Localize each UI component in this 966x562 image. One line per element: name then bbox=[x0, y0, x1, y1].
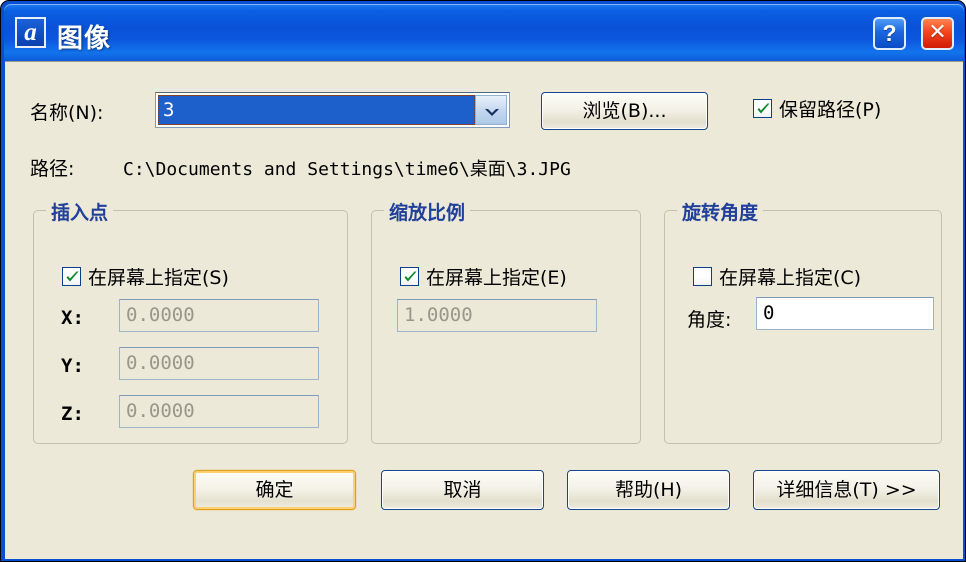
checkbox-box[interactable] bbox=[753, 99, 772, 118]
rotation-group: 旋转角度 在屏幕上指定(C) 角度: 0 bbox=[664, 198, 942, 444]
checkmark-icon bbox=[66, 271, 79, 282]
checkmark-icon bbox=[757, 103, 770, 114]
checkmark-icon bbox=[404, 271, 417, 282]
insertion-point-group: 插入点 在屏幕上指定(S) X: 0.0000 Y: 0.0000 Z: 0.0… bbox=[33, 198, 348, 444]
name-dropdown-button[interactable] bbox=[475, 95, 507, 125]
dialog-client-area: 名称(N): 3 浏览(B)... 保留路径(P) 路径: C:\Documen… bbox=[5, 61, 963, 559]
scale-input[interactable]: 1.0000 bbox=[397, 299, 597, 332]
name-combobox[interactable]: 3 bbox=[155, 92, 510, 128]
path-value: C:\Documents and Settings\time6\桌面\3.JPG bbox=[123, 159, 571, 180]
question-mark-icon: ? bbox=[882, 20, 897, 46]
angle-label: 角度: bbox=[687, 309, 732, 331]
ok-button[interactable]: 确定 bbox=[193, 470, 356, 510]
window-title: 图像 bbox=[57, 24, 112, 54]
name-input-value: 3 bbox=[163, 99, 175, 121]
checkbox-box[interactable] bbox=[400, 267, 419, 286]
insert-specify-onscreen-checkbox[interactable]: 在屏幕上指定(S) bbox=[62, 263, 229, 290]
autocad-a-icon: a bbox=[15, 17, 46, 48]
checkbox-box[interactable] bbox=[693, 267, 712, 286]
name-label: 名称(N): bbox=[30, 102, 104, 124]
insertion-point-group-title: 插入点 bbox=[46, 198, 114, 225]
insert-specify-onscreen-label: 在屏幕上指定(S) bbox=[88, 267, 229, 289]
y-axis-label: Y: bbox=[61, 355, 84, 377]
help-titlebar-button[interactable]: ? bbox=[873, 17, 906, 50]
image-dialog-window: a 图像 ? ✕ 名称(N): 3 浏览(B)... 保留路径(P) 路径: C… bbox=[0, 0, 966, 562]
titlebar: a 图像 ? ✕ bbox=[4, 4, 964, 61]
chevron-down-icon bbox=[485, 109, 499, 116]
path-label: 路径: bbox=[30, 158, 75, 180]
rotation-group-title: 旋转角度 bbox=[677, 198, 764, 225]
rotation-specify-onscreen-checkbox[interactable]: 在屏幕上指定(C) bbox=[693, 263, 861, 290]
x-axis-label: X: bbox=[61, 307, 84, 329]
x-input[interactable]: 0.0000 bbox=[119, 299, 319, 332]
help-button[interactable]: 帮助(H) bbox=[567, 470, 730, 510]
z-axis-label: Z: bbox=[61, 403, 84, 425]
z-input[interactable]: 0.0000 bbox=[119, 395, 319, 428]
keep-path-checkbox[interactable]: 保留路径(P) bbox=[753, 95, 881, 122]
cancel-button[interactable]: 取消 bbox=[381, 470, 544, 510]
y-input[interactable]: 0.0000 bbox=[119, 347, 319, 380]
checkbox-box[interactable] bbox=[62, 267, 81, 286]
details-button[interactable]: 详细信息(T) >> bbox=[753, 470, 940, 510]
close-titlebar-button[interactable]: ✕ bbox=[921, 17, 954, 50]
keep-path-label: 保留路径(P) bbox=[779, 99, 882, 121]
scale-group: 缩放比例 在屏幕上指定(E) 1.0000 bbox=[371, 198, 641, 444]
name-input[interactable]: 3 bbox=[158, 95, 475, 125]
angle-input[interactable]: 0 bbox=[756, 297, 934, 330]
scale-specify-onscreen-label: 在屏幕上指定(E) bbox=[426, 267, 567, 289]
rotation-specify-onscreen-label: 在屏幕上指定(C) bbox=[719, 267, 862, 289]
scale-group-title: 缩放比例 bbox=[384, 198, 471, 225]
close-icon: ✕ bbox=[928, 20, 947, 45]
scale-specify-onscreen-checkbox[interactable]: 在屏幕上指定(E) bbox=[400, 263, 567, 290]
browse-button[interactable]: 浏览(B)... bbox=[541, 92, 708, 130]
